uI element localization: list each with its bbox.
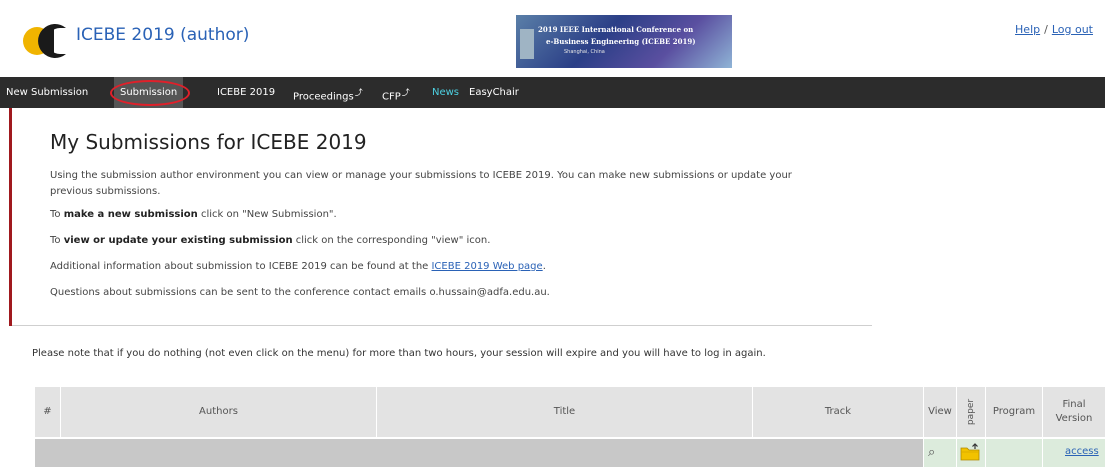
menu-icebe-2019[interactable]: ICEBE 2019 xyxy=(217,77,275,108)
row-data-cells xyxy=(35,439,923,467)
web-page-link[interactable]: ICEBE 2019 Web page xyxy=(431,261,542,272)
menu-proceedings[interactable]: Proceedings⤴ xyxy=(293,77,363,108)
banner-building-image xyxy=(520,29,534,59)
text: To xyxy=(50,209,64,220)
annotation-circle xyxy=(110,80,190,106)
header: ICEBE 2019 (author) 2019 IEEE Internatio… xyxy=(0,0,1105,74)
text: . xyxy=(542,261,546,272)
menu-cfp[interactable]: CFP⤴ xyxy=(382,77,410,108)
contact-info: Questions about submissions can be sent … xyxy=(50,287,550,298)
table-header: # Authors Title Track View paper Program… xyxy=(35,387,1105,437)
menu-label: ICEBE 2019 xyxy=(217,87,276,98)
intro-paragraph: Using the submission author environment … xyxy=(50,170,792,197)
divider xyxy=(12,325,872,326)
view-submission-instruction: To view or update your existing submissi… xyxy=(50,233,810,249)
menu-easychair[interactable]: EasyChair xyxy=(469,77,519,108)
banner-line-1: 2019 IEEE International Conference on xyxy=(538,25,694,34)
folder-upload-icon[interactable] xyxy=(960,443,980,461)
bold-text: view or update your existing submission xyxy=(63,235,293,246)
bold-text: make a new submission xyxy=(63,209,198,220)
session-note: Please note that if you do nothing (not … xyxy=(32,348,766,359)
menu-news[interactable]: News xyxy=(432,77,459,108)
menu-label: CFP xyxy=(382,91,401,103)
col-title: Title xyxy=(377,387,753,437)
col-authors: Authors xyxy=(61,387,377,437)
col-program: Program xyxy=(986,387,1043,437)
page-title: My Submissions for ICEBE 2019 xyxy=(50,130,367,154)
additional-info: Additional information about submission … xyxy=(50,259,810,275)
app-title: ICEBE 2019 (author) xyxy=(76,25,250,45)
help-link[interactable]: Help xyxy=(1015,23,1040,36)
text: click on "New Submission". xyxy=(197,209,337,220)
logout-link[interactable]: Log out xyxy=(1052,23,1093,36)
magnifier-icon[interactable]: ⌕ xyxy=(928,445,935,460)
col-number: # xyxy=(35,387,61,437)
menu-label: New Submission xyxy=(6,87,89,98)
conference-banner: 2019 IEEE International Conference on e-… xyxy=(516,15,732,68)
menu-new-submission[interactable]: New Submission xyxy=(6,77,88,108)
text: Additional information about submission … xyxy=(50,261,432,272)
text: To xyxy=(50,235,64,246)
external-link-icon: ⤴ xyxy=(354,88,363,97)
table-row: ⌕ access xyxy=(35,439,1105,467)
text: click on the corresponding "view" icon. xyxy=(292,235,491,246)
menu-label: Proceedings xyxy=(293,91,354,103)
link-separator: / xyxy=(1044,23,1048,36)
external-link-icon: ⤴ xyxy=(401,88,410,97)
top-links: Help / Log out xyxy=(1015,23,1093,36)
panel-accent-bar xyxy=(9,108,12,326)
banner-line-2: e-Business Engineering (ICEBE 2019) xyxy=(546,37,696,46)
easychair-logo-icon xyxy=(23,24,66,58)
final-version-access-link[interactable]: access xyxy=(1065,446,1099,457)
menu-label: News xyxy=(432,87,460,98)
col-track: Track xyxy=(753,387,924,437)
col-paper: paper xyxy=(957,387,986,437)
banner-line-3: Shanghai, China xyxy=(564,49,605,55)
new-submission-instruction: To make a new submission click on "New S… xyxy=(50,207,810,223)
program-cell xyxy=(986,439,1042,467)
menu-label: EasyChair xyxy=(469,87,519,98)
col-final-version: Final Version xyxy=(1055,399,1093,424)
